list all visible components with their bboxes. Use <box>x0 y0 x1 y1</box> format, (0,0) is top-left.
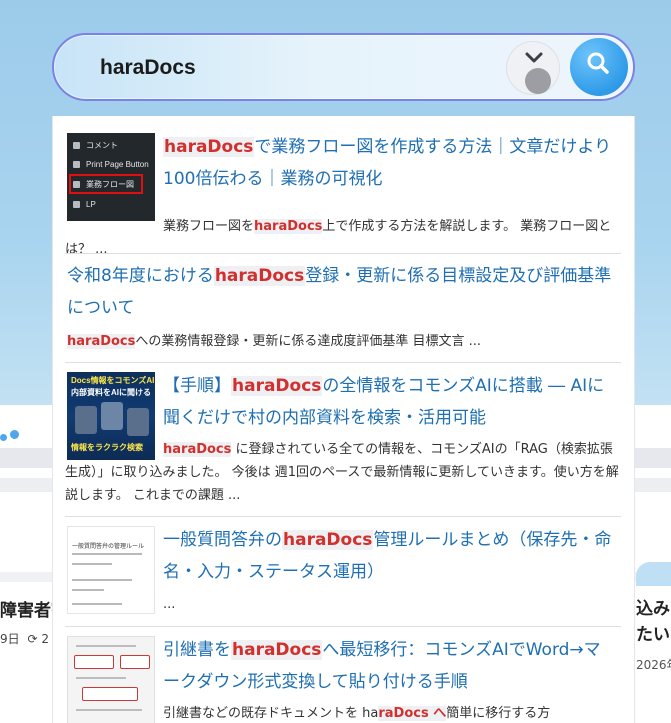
search-results-panel: コメント Print Page Button 業務フロー図 LP haraDoc… <box>52 116 635 723</box>
thumbnail-doc-header: 一般質問答弁の管理ルール <box>72 544 145 550</box>
search-result-item[interactable]: Docs情報をコモンズAI 内部資料をAIに聞ける 情報をラクラク検索 【手順】… <box>65 372 621 514</box>
search-input[interactable] <box>100 53 500 83</box>
result-title-highlight: haraDocs <box>163 137 255 157</box>
thumbnail-menu-item: LP <box>86 200 96 209</box>
thumbnail-menu-item: Print Page Button <box>86 160 149 169</box>
result-title[interactable]: 一般質問答弁のharaDocs管理ルールまとめ（保存先・命名・入力・ステータス運… <box>163 524 613 588</box>
search-result-item[interactable]: 令和8年度におけるharaDocs登録・更新に係る目標設定及び評価基準について … <box>65 262 621 362</box>
thumbnail-banner-text: 内部資料をAIに聞ける <box>71 388 151 397</box>
refresh-icon: ⟳ <box>27 632 38 646</box>
background-article-meta: 9日 ⟳ 2 <box>0 630 49 647</box>
result-snippet: ... <box>163 597 176 612</box>
search-result-item[interactable]: 引継書をharaDocsへ最短移行：コモンズAIでWord→マークダウン形式変換… <box>65 636 621 723</box>
search-result-item[interactable]: 一般質問答弁の管理ルール 一般質問答弁のharaDocs管理ルールまとめ（保存先… <box>65 526 621 622</box>
result-divider <box>65 626 621 627</box>
background-article-count: 2 <box>41 632 49 646</box>
search-result-item[interactable]: コメント Print Page Button 業務フロー図 LP haraDoc… <box>65 131 621 257</box>
thumbnail-menu-item: コメント <box>86 141 118 150</box>
thumbnail-highlight-box <box>69 174 143 194</box>
result-title[interactable]: 引継書をharaDocsへ最短移行：コモンズAIでWord→マークダウン形式変換… <box>163 634 613 698</box>
result-title[interactable]: 【手順】haraDocsの全情報をコモンズAIに搭載 ― AIに聞くだけで村の内… <box>163 370 613 434</box>
result-title-highlight: haraDocs <box>213 266 306 286</box>
chevron-down-icon <box>525 52 543 63</box>
toggle-knob <box>525 68 551 94</box>
result-title-highlight: haraDocs <box>282 530 374 550</box>
result-snippet-highlight: haraDocs <box>67 334 136 349</box>
result-snippet-highlight: raDocs へ <box>378 706 447 721</box>
result-snippet-highlight: haraDocs <box>254 219 323 234</box>
result-thumbnail <box>67 636 155 723</box>
search-icon <box>587 52 609 74</box>
background-article-date-right: 2026年 <box>636 658 671 672</box>
result-divider <box>65 516 621 517</box>
result-title-highlight: haraDocs <box>231 640 323 660</box>
background-card-accent <box>636 562 671 586</box>
result-snippet: haraDocsへの業務情報登録・更新に係る達成度評価基準 目標文言 ... <box>67 334 482 349</box>
result-snippet: 引継書などの既存ドキュメントを haraDocs へ簡単に移行する方 <box>163 706 551 721</box>
background-article-heading-right[interactable]: 込み たい <box>636 596 671 648</box>
decorative-dots <box>0 430 20 444</box>
result-title[interactable]: 令和8年度におけるharaDocs登録・更新に係る目標設定及び評価基準について <box>67 260 613 324</box>
search-mode-toggle[interactable] <box>506 41 560 95</box>
search-bar <box>52 33 635 101</box>
result-snippet: 業務フロー図をharaDocs上で作成する方法を解説します。 業務フロー図とは？… <box>65 219 612 257</box>
background-article-date: 9日 <box>0 632 20 646</box>
result-snippet-highlight: haraDocs <box>163 442 232 457</box>
search-button[interactable] <box>570 38 628 96</box>
result-divider <box>65 253 621 254</box>
result-thumbnail: コメント Print Page Button 業務フロー図 LP <box>67 133 155 221</box>
thumbnail-banner-text: Docs情報をコモンズAI <box>71 376 155 385</box>
result-thumbnail: 一般質問答弁の管理ルール <box>67 526 155 614</box>
result-title[interactable]: haraDocsで業務フロー図を作成する方法｜文章だけより100倍伝わる｜業務の… <box>163 131 613 195</box>
result-divider <box>65 362 621 363</box>
result-title-highlight: haraDocs <box>231 376 323 396</box>
result-snippet: haraDocs に登録されている全ての情報を、コモンズAIの「RAG（検索拡張… <box>65 442 619 503</box>
